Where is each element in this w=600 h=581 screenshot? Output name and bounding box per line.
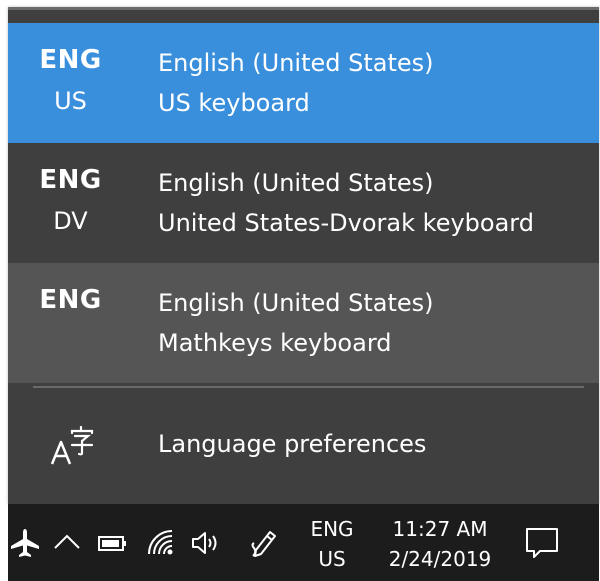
language-icon <box>48 424 96 472</box>
taskbar: ENG US 11:27 AM 2/24/2019 <box>8 504 599 581</box>
input-keyboard-name: Mathkeys keyboard <box>158 329 392 357</box>
input-lang-code: ENG <box>39 285 102 315</box>
wifi-icon[interactable] <box>144 526 178 560</box>
language-preferences-label: Language preferences <box>158 430 427 458</box>
taskbar-lang: ENG <box>310 517 354 541</box>
taskbar-layout: US <box>318 547 346 571</box>
input-method-us-keyboard[interactable]: ENG US English (United States) US keyboa… <box>8 23 599 143</box>
input-keyboard-name: United States-Dvorak keyboard <box>158 209 534 237</box>
taskbar-clock[interactable]: 11:27 AM 2/24/2019 <box>378 514 502 574</box>
input-language-name: English (United States) <box>158 49 434 77</box>
volume-icon[interactable] <box>190 526 224 560</box>
pen-icon[interactable] <box>248 526 282 560</box>
input-indicator-flyout: ENG US English (United States) US keyboa… <box>8 7 599 504</box>
menu-divider <box>33 386 584 388</box>
notifications-icon[interactable] <box>524 524 558 558</box>
input-keyboard-name: US keyboard <box>158 89 310 117</box>
battery-icon[interactable] <box>96 526 130 560</box>
taskbar-date: 2/24/2019 <box>388 547 492 571</box>
taskbar-time: 11:27 AM <box>392 517 488 541</box>
chevron-up-icon[interactable] <box>50 526 84 560</box>
taskbar-input-indicator[interactable]: ENG US <box>304 514 360 574</box>
airplane-mode-icon[interactable] <box>8 526 42 560</box>
input-method-dvorak-keyboard[interactable]: ENG DV English (United States) United St… <box>8 143 599 263</box>
input-lang-code: ENG <box>39 165 102 195</box>
input-method-mathkeys-keyboard[interactable]: ENG English (United States) Mathkeys key… <box>8 263 599 383</box>
input-language-name: English (United States) <box>158 169 434 197</box>
flyout-top-border <box>8 7 599 10</box>
input-layout-code: DV <box>53 207 88 235</box>
input-lang-code: ENG <box>39 45 102 75</box>
input-layout-code: US <box>54 87 87 115</box>
language-preferences-link[interactable]: Language preferences <box>8 390 599 504</box>
input-language-name: English (United States) <box>158 289 434 317</box>
